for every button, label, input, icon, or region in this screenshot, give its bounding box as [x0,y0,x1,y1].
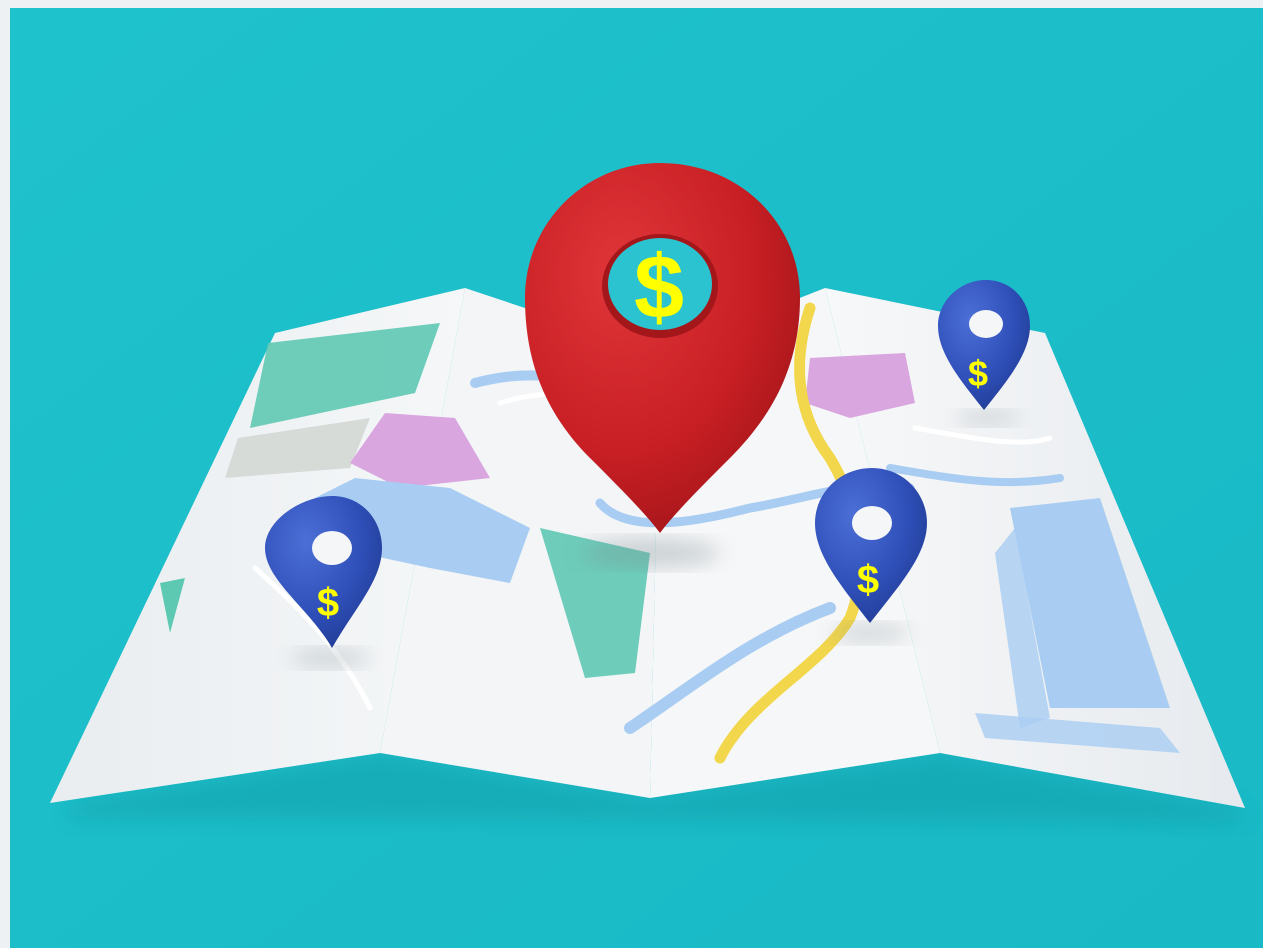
pin-left-hole [312,531,352,565]
main-pin-dollar-symbol: $ [634,238,684,338]
map-illustration: $ $ $ $ [10,8,1263,948]
pin-center-hole [852,506,892,540]
pin-shadow-right [956,411,1020,425]
pin-center-dollar-symbol: $ [857,558,879,602]
pin-left-dollar-symbol: $ [317,581,339,625]
pin-right-hole [969,310,1003,338]
illustration-frame: $ $ $ $ [10,8,1263,948]
pin-shadow-left [290,649,370,667]
pin-right-dollar-symbol: $ [968,353,988,394]
main-pin-shadow [580,539,720,567]
pin-shadow-center [830,624,910,642]
